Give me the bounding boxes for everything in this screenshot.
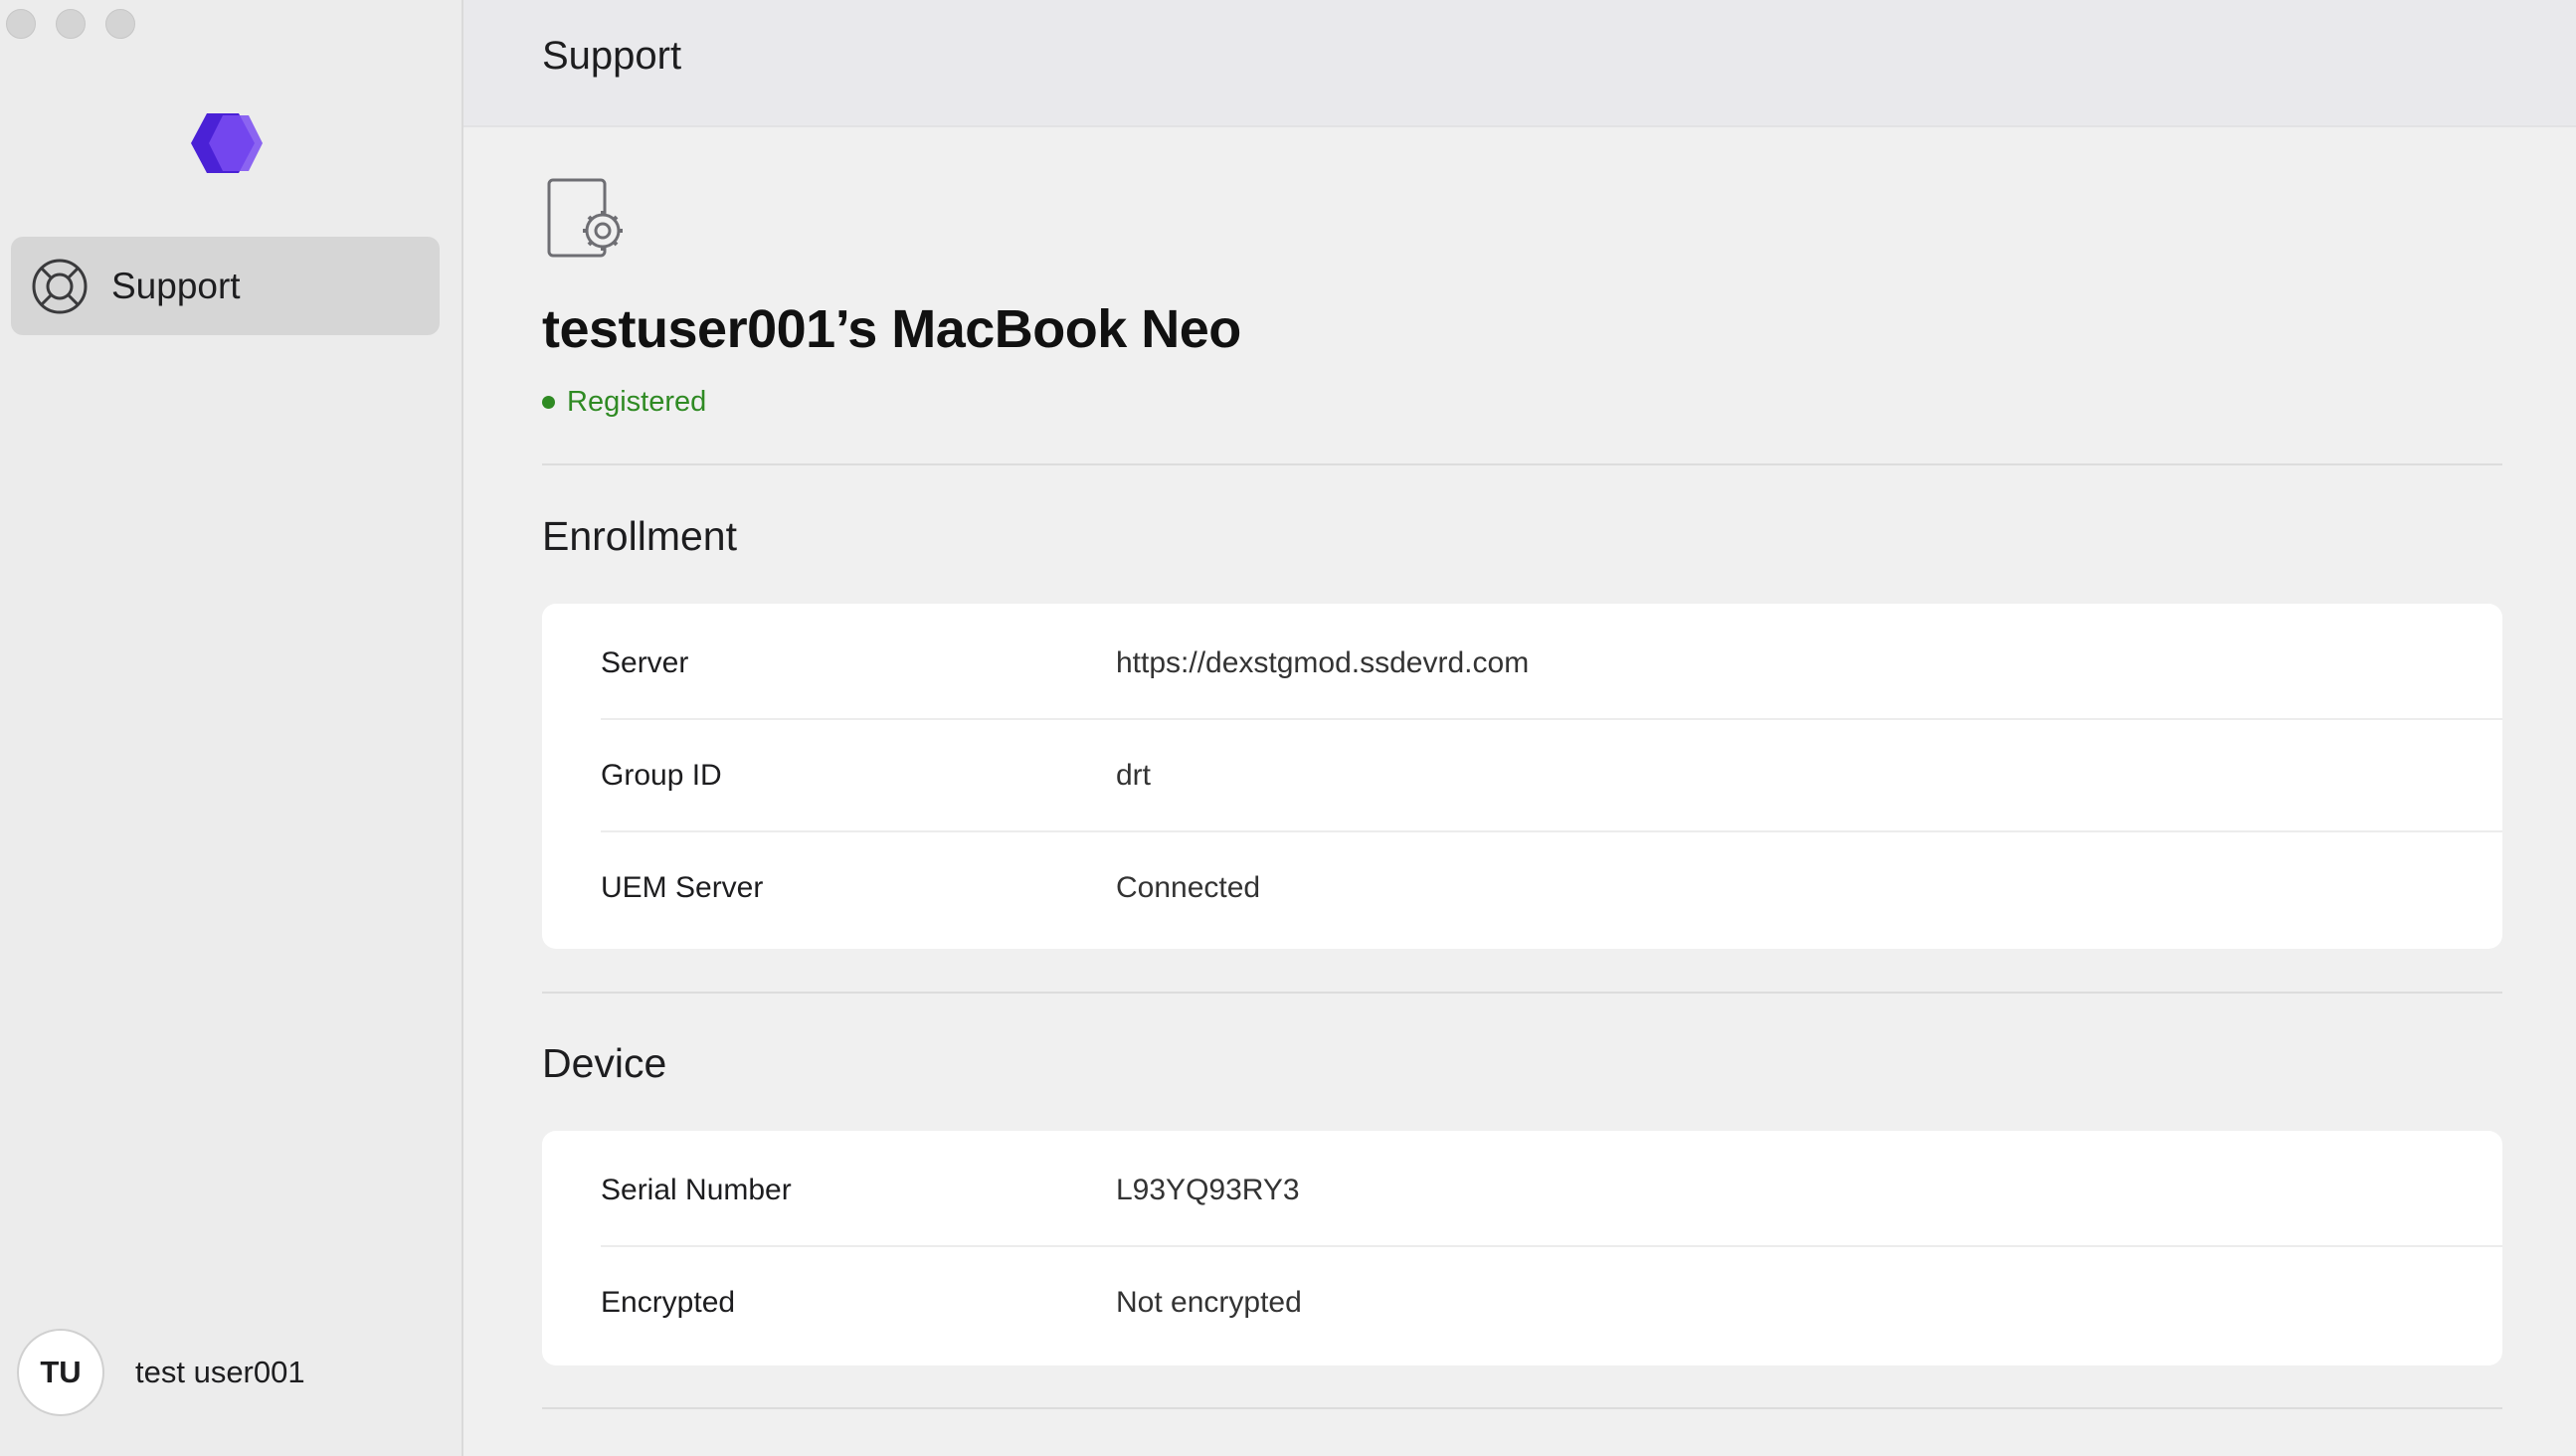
- row-value: L93YQ93RY3: [1116, 1173, 1300, 1206]
- info-row-serial-number: Serial Number L93YQ93RY3: [601, 1135, 2502, 1245]
- divider: [542, 1407, 2502, 1409]
- status-dot-icon: [542, 396, 555, 409]
- info-row-group-id: Group ID drt: [601, 718, 2502, 830]
- row-value[interactable]: https://dexstgmod.ssdevrd.com: [1116, 646, 1529, 680]
- row-value: Not encrypted: [1116, 1285, 1302, 1319]
- row-key: UEM Server: [601, 870, 764, 904]
- title-bar: Support: [463, 0, 2576, 127]
- zoom-window-button[interactable]: [105, 9, 135, 39]
- divider: [542, 992, 2502, 994]
- row-value: Connected: [1116, 870, 1261, 904]
- sidebar: Support TU test user001: [0, 0, 463, 1456]
- minimize-window-button[interactable]: [56, 9, 86, 39]
- sidebar-item-label: Support: [111, 265, 241, 306]
- user-profile[interactable]: TU test user001: [17, 1329, 305, 1416]
- info-row-uem-server: UEM Server Connected: [601, 830, 2502, 943]
- device-settings-icon: [546, 177, 630, 265]
- status-badge: Registered: [542, 386, 706, 419]
- app-logo-icon: [187, 107, 267, 179]
- row-key: Serial Number: [601, 1173, 792, 1206]
- page-title: Support: [542, 33, 682, 78]
- row-key: Encrypted: [601, 1285, 736, 1319]
- info-row-server: Server https://dexstgmod.ssdevrd.com: [601, 608, 2502, 718]
- main-content: Support testuser001’s MacBook Neo Regist…: [463, 0, 2576, 1456]
- app-window: Support TU test user001 Support testuser…: [0, 0, 2576, 1456]
- device-name: testuser001’s MacBook Neo: [542, 299, 1241, 359]
- divider: [542, 463, 2502, 465]
- lifebuoy-icon: [31, 258, 89, 315]
- row-key: Server: [601, 645, 689, 679]
- info-row-encrypted: Encrypted Not encrypted: [601, 1245, 2502, 1358]
- sidebar-item-support[interactable]: Support: [11, 237, 440, 335]
- window-controls: [6, 9, 135, 39]
- row-value: drt: [1116, 758, 1152, 792]
- section-title-enrollment: Enrollment: [542, 513, 737, 559]
- device-card: Serial Number L93YQ93RY3 Encrypted Not e…: [542, 1131, 2502, 1365]
- user-name: test user001: [135, 1355, 305, 1389]
- status-text: Registered: [567, 386, 707, 418]
- section-title-device: Device: [542, 1040, 667, 1086]
- enrollment-card: Server https://dexstgmod.ssdevrd.com Gro…: [542, 604, 2502, 949]
- close-window-button[interactable]: [6, 9, 36, 39]
- row-key: Group ID: [601, 758, 722, 792]
- avatar[interactable]: TU: [17, 1329, 104, 1416]
